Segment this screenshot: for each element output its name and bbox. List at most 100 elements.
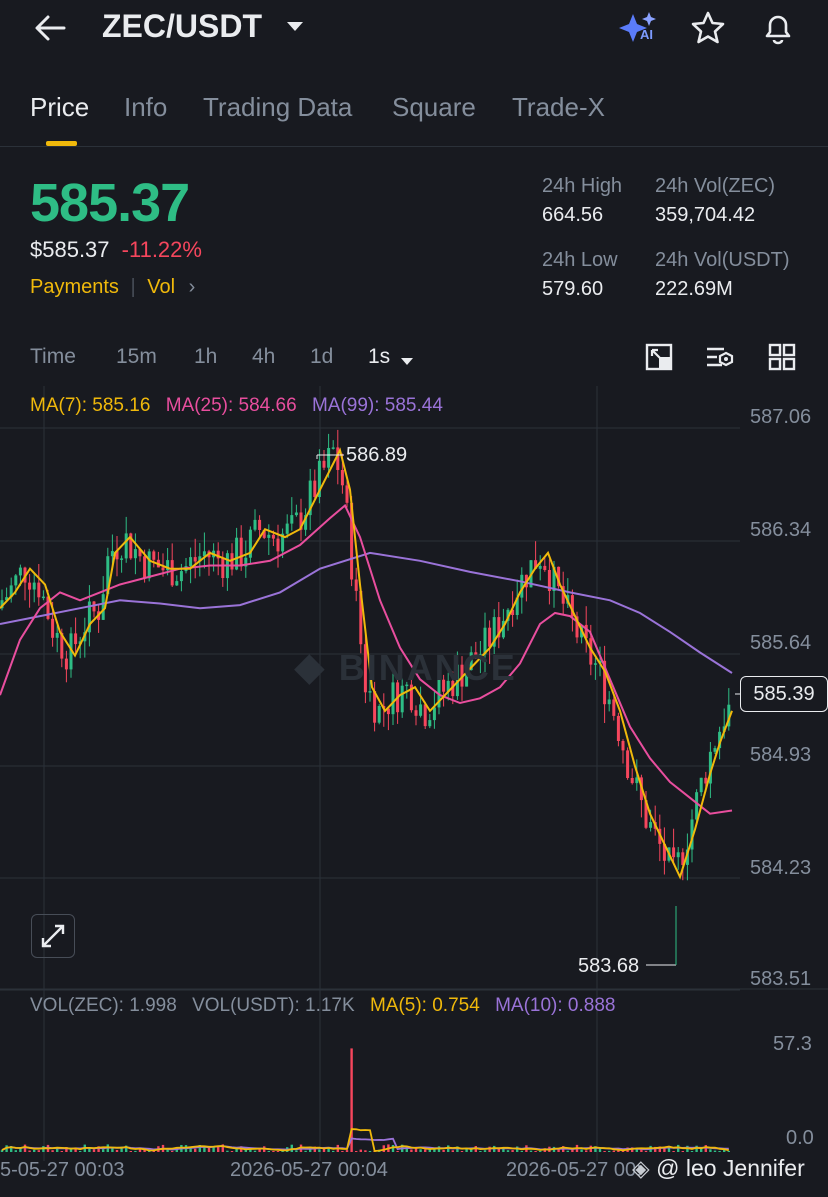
- ai-sparkle-icon[interactable]: AI: [618, 10, 660, 46]
- interval-4h[interactable]: 4h: [252, 345, 275, 369]
- volume-bar: [727, 1150, 730, 1152]
- candle-body: [676, 852, 680, 858]
- volume-bar: [14, 1150, 17, 1152]
- interval-1h[interactable]: 1h: [194, 345, 217, 369]
- candle-body: [626, 750, 630, 778]
- candle-body: [630, 778, 634, 784]
- chevron-right-icon[interactable]: ›: [189, 276, 196, 298]
- vol-zec-legend: VOL(ZEC): 1.998: [30, 995, 177, 1016]
- vol-ma10-legend: MA(10): 0.888: [495, 995, 616, 1016]
- candle-body: [161, 567, 165, 571]
- credit-watermark: ◈ @ leo Jennifer: [632, 1155, 805, 1182]
- tab-price[interactable]: Price: [30, 92, 89, 123]
- tag-row[interactable]: Payments | Vol ›: [30, 276, 195, 299]
- candle-body: [649, 822, 653, 828]
- tab-square[interactable]: Square: [392, 92, 476, 123]
- tag-vol[interactable]: Vol: [147, 276, 175, 298]
- ma-legend: MA(7): 585.16 MA(25): 584.66 MA(99): 585…: [30, 395, 443, 417]
- candle-body: [267, 534, 271, 538]
- candle-body: [345, 485, 349, 503]
- expand-button[interactable]: [31, 914, 75, 958]
- volume-bar: [304, 1150, 307, 1152]
- volume-bar: [295, 1150, 298, 1152]
- candle-body: [74, 633, 78, 645]
- interval-15m[interactable]: 15m: [116, 345, 157, 369]
- interval-time[interactable]: Time: [30, 345, 76, 369]
- volume-bar: [410, 1149, 413, 1152]
- volume-bar: [391, 1145, 395, 1152]
- volume-bar: [460, 1151, 464, 1152]
- tag-payments[interactable]: Payments: [30, 276, 119, 298]
- volume-bar: [479, 1151, 482, 1152]
- interval-1s[interactable]: 1s: [368, 345, 390, 369]
- usd-price: $585.37: [30, 237, 110, 262]
- volume-bar: [506, 1150, 510, 1152]
- candle-body: [18, 567, 22, 576]
- price-axis-label: 583.51: [750, 968, 812, 990]
- volume-bar: [603, 1151, 606, 1152]
- chart-settings-icon[interactable]: [704, 342, 736, 377]
- volume-bar: [608, 1150, 611, 1152]
- volume-bar: [79, 1151, 82, 1152]
- candle-body: [699, 777, 703, 793]
- candle-body: [368, 691, 372, 693]
- back-arrow-icon[interactable]: [30, 12, 70, 44]
- bell-icon[interactable]: [760, 10, 796, 51]
- pair-title[interactable]: ZEC/USDT: [102, 8, 262, 45]
- tab-trade-x[interactable]: Trade-X: [512, 92, 605, 123]
- candle-body: [695, 792, 699, 820]
- current-price-tag: 585.39: [740, 676, 828, 712]
- volume-bar: [709, 1149, 712, 1152]
- credit-text: @ leo Jennifer: [656, 1155, 805, 1181]
- tab-bar: Price Info Trading Data Square Trade-X: [0, 80, 828, 147]
- volume-bar: [276, 1151, 280, 1152]
- candle-body: [340, 470, 344, 486]
- volume-bar: [37, 1150, 40, 1152]
- fullscreen-toggle-icon[interactable]: [644, 342, 674, 377]
- dropdown-caret-icon[interactable]: [286, 20, 304, 38]
- volume-bar: [529, 1150, 533, 1152]
- volume-bar: [672, 1151, 675, 1152]
- volume-axis-label: 57.3: [773, 1033, 812, 1055]
- chart-area[interactable]: ◆ BINANCE MA(7): 585.16 MA(25): 584.66 M…: [0, 386, 828, 1197]
- interval-caret-icon[interactable]: [400, 349, 414, 373]
- volume-bar: [92, 1149, 96, 1152]
- volume-bar: [364, 1150, 367, 1152]
- vol-usdt-legend: VOL(USDT): 1.17K: [192, 995, 355, 1016]
- time-axis-label: 5-05-27 00:03: [0, 1159, 125, 1181]
- candle-body: [276, 538, 280, 552]
- volume-bar: [644, 1151, 648, 1152]
- volume-bar: [557, 1149, 560, 1152]
- candle-body: [377, 706, 381, 723]
- candle-body: [133, 549, 137, 559]
- volume-bar: [359, 1149, 362, 1152]
- candle-body: [51, 618, 55, 638]
- candle-body: [221, 558, 225, 578]
- volume-bar: [341, 1151, 344, 1152]
- tab-trading-data[interactable]: Trading Data: [203, 92, 352, 123]
- volume-bar: [345, 1150, 349, 1152]
- candle-body: [175, 581, 179, 586]
- interval-1d[interactable]: 1d: [310, 345, 333, 369]
- ma7-legend: MA(7): 585.16: [30, 395, 151, 416]
- star-icon[interactable]: [690, 10, 726, 51]
- candle-body: [354, 579, 358, 591]
- binance-logo-icon: ◈: [632, 1155, 650, 1181]
- candle-body: [189, 557, 193, 566]
- candle-body: [285, 523, 289, 534]
- watermark: ◆ BINANCE: [294, 644, 517, 690]
- candle-body: [543, 565, 547, 570]
- volume-bar: [368, 1151, 372, 1152]
- ma99-legend: MA(99): 585.44: [311, 395, 443, 416]
- volume-legend: VOL(ZEC): 1.998 VOL(USDT): 1.17K MA(5): …: [30, 995, 615, 1017]
- tab-info[interactable]: Info: [124, 92, 167, 123]
- layout-grid-icon[interactable]: [767, 342, 797, 377]
- candle-body: [419, 704, 423, 716]
- candle-body: [258, 519, 262, 530]
- candle-body: [14, 575, 18, 586]
- volume-bar: [322, 1149, 326, 1152]
- candle-body: [193, 557, 197, 562]
- candle-body: [32, 582, 36, 590]
- candle-body: [253, 519, 257, 530]
- candle-body: [271, 534, 275, 539]
